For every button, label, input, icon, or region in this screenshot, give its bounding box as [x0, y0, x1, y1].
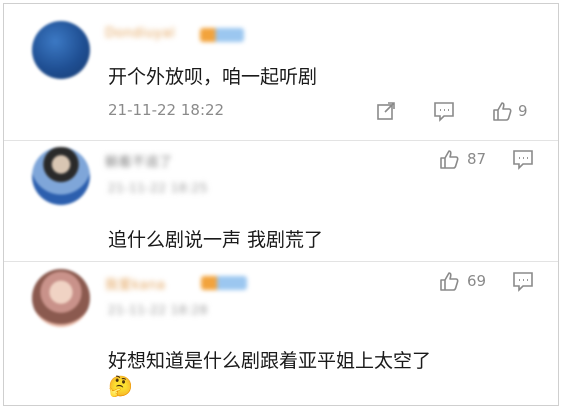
comment-text: 追什么剧说一声 我剧荒了	[108, 229, 324, 251]
comment-icon[interactable]	[511, 270, 535, 292]
timestamp: 21-11-22 18:22	[108, 101, 225, 119]
comment-icon[interactable]	[511, 148, 535, 170]
thinking-emoji: 🤔	[108, 374, 133, 398]
like-count: 9	[518, 102, 528, 120]
divider	[4, 140, 558, 141]
username[interactable]: Dondiuyal	[105, 26, 175, 41]
like-icon[interactable]	[438, 270, 460, 292]
like-count: 69	[467, 272, 487, 290]
like-count: 87	[467, 150, 487, 168]
avatar[interactable]	[32, 147, 90, 205]
timestamp: 21-11-22 18:25	[108, 181, 208, 195]
comment-thread: Dondiuyal 开个外放呗，咱一起听剧 21-11-22 18:22 9 躺…	[3, 3, 559, 406]
comment-text: 开个外放呗，咱一起听剧	[108, 66, 318, 88]
member-badge	[200, 28, 244, 42]
share-icon[interactable]	[375, 100, 397, 122]
like-icon[interactable]	[438, 148, 460, 170]
timestamp: 21-11-22 18:28	[108, 303, 208, 317]
member-badge	[201, 276, 247, 290]
divider	[4, 261, 558, 262]
username[interactable]: 躺着不追了	[105, 151, 173, 170]
comment-icon[interactable]	[432, 100, 456, 122]
comment-text: 好想知道是什么剧跟着亚平姐上太空了	[108, 350, 432, 372]
avatar[interactable]	[32, 21, 90, 79]
username[interactable]: 我爱kana	[105, 274, 165, 293]
avatar[interactable]	[32, 269, 90, 327]
like-icon[interactable]	[491, 100, 513, 122]
